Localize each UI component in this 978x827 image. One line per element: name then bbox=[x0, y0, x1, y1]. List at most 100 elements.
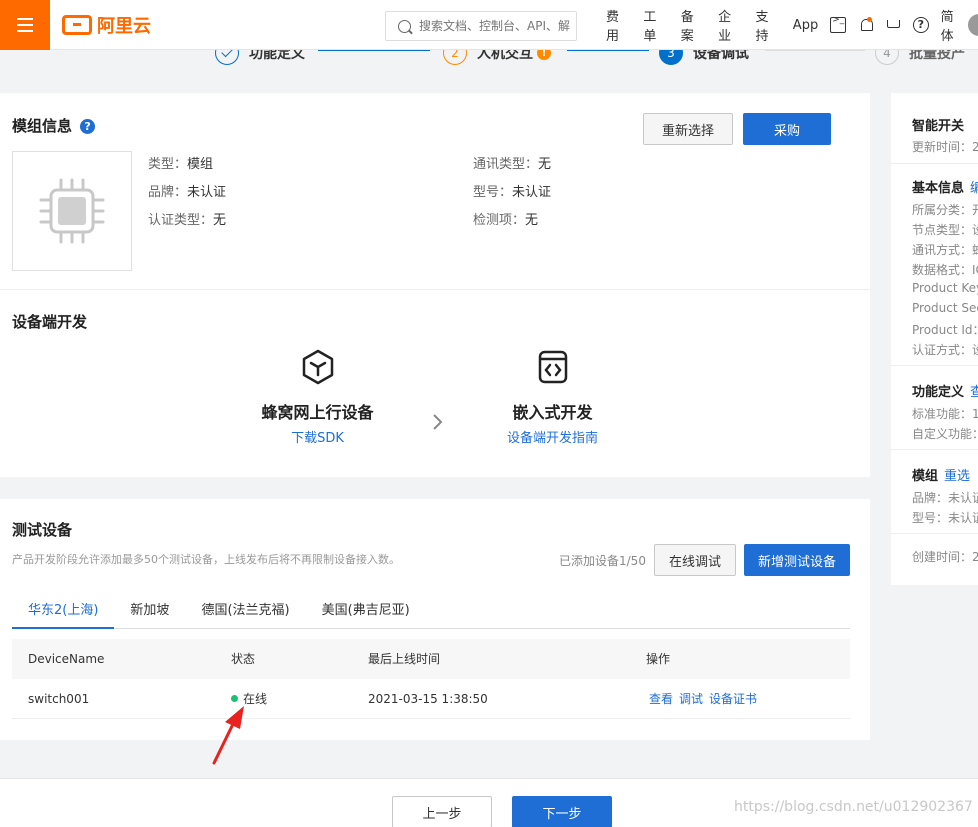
step-label: 人机交互 bbox=[477, 50, 533, 62]
cellular-device-option[interactable]: 蜂窝网上行设备 下载SDK bbox=[240, 348, 395, 446]
side-row: 型号：未认证 bbox=[912, 511, 978, 525]
tab-singapore[interactable]: 新加坡 bbox=[114, 599, 185, 629]
test-title: 测试设备 bbox=[12, 521, 73, 539]
add-test-device-button[interactable]: 新增测试设备 bbox=[744, 544, 850, 576]
reselect-button[interactable]: 重新选择 bbox=[643, 113, 733, 145]
nav-app[interactable]: App bbox=[793, 18, 818, 33]
last-online-time: 2021-03-15 1:38:50 bbox=[368, 692, 488, 706]
device-count: 已添加设备1/50 bbox=[559, 554, 646, 568]
step-connector bbox=[318, 50, 430, 51]
step-connector bbox=[567, 50, 649, 51]
nav-enterprise[interactable]: 企业 bbox=[718, 6, 743, 44]
device-cert-link[interactable]: 设备证书 bbox=[709, 692, 757, 706]
step-label: 功能定义 bbox=[249, 50, 305, 62]
option-title: 嵌入式开发 bbox=[512, 403, 593, 422]
step-connector bbox=[765, 50, 865, 51]
edit-link[interactable]: 编 bbox=[970, 181, 978, 196]
module-image bbox=[12, 151, 132, 271]
divider bbox=[891, 365, 978, 366]
module-card: 模组信息? 重新选择 采购 类型：模组 品牌：未认证 认证类型：无 通讯类型：无… bbox=[0, 93, 870, 477]
help-icon[interactable]: ? bbox=[913, 17, 929, 33]
product-name: 智能开关 bbox=[912, 119, 965, 134]
module-header: 模组 重选 bbox=[912, 469, 971, 484]
side-row: 标准功能：1 bbox=[912, 407, 978, 421]
module-title: 模组信息? bbox=[12, 115, 96, 136]
product-side-panel: 智能开关 更新时间：2 基本信息编 所属分类：开 节点类型：设 通讯方式：蜂 数… bbox=[891, 93, 978, 585]
device-name: switch001 bbox=[28, 692, 90, 706]
cart-icon[interactable] bbox=[885, 17, 901, 33]
view-func-link[interactable]: 查 bbox=[970, 385, 978, 400]
updated-time: 更新时间：2 bbox=[912, 140, 978, 154]
help-icon[interactable]: ? bbox=[80, 119, 96, 134]
side-row: 所属分类：开 bbox=[912, 203, 978, 217]
prev-step-button[interactable]: 上一步 bbox=[392, 796, 492, 827]
side-row: Product Key bbox=[912, 281, 978, 295]
field-model: 型号：未认证 bbox=[473, 185, 552, 200]
actions-cell: 查看 调试 设备证书 bbox=[649, 679, 763, 719]
tab-shanghai[interactable]: 华东2(上海) bbox=[12, 599, 115, 629]
option-title: 蜂窝网上行设备 bbox=[261, 403, 374, 422]
side-row: 节点类型：设 bbox=[912, 223, 978, 237]
aliyun-logo-icon bbox=[62, 15, 92, 35]
language-switch[interactable]: 简体 bbox=[941, 6, 966, 44]
warning-icon: ! bbox=[537, 50, 551, 60]
func-def-header: 功能定义查 bbox=[912, 381, 978, 400]
dev-guide-link[interactable]: 设备端开发指南 bbox=[480, 427, 625, 446]
divider bbox=[891, 449, 978, 450]
nav-tickets[interactable]: 工单 bbox=[643, 6, 668, 44]
cube-icon bbox=[302, 349, 333, 385]
step-number: 2 bbox=[443, 50, 467, 65]
basic-info-header: 基本信息编 bbox=[912, 177, 978, 196]
search-input[interactable] bbox=[419, 19, 576, 33]
search-icon bbox=[398, 19, 411, 33]
chip-icon bbox=[39, 178, 105, 244]
next-step-button[interactable]: 下一步 bbox=[512, 796, 612, 827]
nav-fees[interactable]: 费用 bbox=[606, 6, 631, 44]
tab-virginia[interactable]: 美国(弗吉尼亚) bbox=[306, 599, 426, 629]
code-icon bbox=[538, 350, 567, 384]
nav-support[interactable]: 支持 bbox=[755, 6, 780, 44]
side-row: Product Sec bbox=[912, 301, 978, 315]
table-row: switch001 在线 2021-03-15 1:38:50 查看 调试 设备证书 bbox=[12, 679, 850, 719]
purchase-button[interactable]: 采购 bbox=[743, 113, 831, 145]
watermark: https://blog.csdn.net/u012902367 bbox=[734, 799, 973, 815]
online-debug-button[interactable]: 在线调试 bbox=[654, 544, 736, 576]
step-4[interactable]: 4 批量投产 bbox=[875, 50, 965, 65]
divider bbox=[891, 533, 978, 534]
menu-icon[interactable] bbox=[0, 0, 50, 50]
nav-icp[interactable]: 备案 bbox=[681, 6, 706, 44]
check-icon bbox=[215, 50, 239, 65]
step-2[interactable]: 2 人机交互 ! bbox=[443, 50, 551, 65]
debug-link[interactable]: 调试 bbox=[679, 692, 703, 706]
step-3[interactable]: 3 设备调试 bbox=[659, 50, 749, 65]
step-label: 设备调试 bbox=[693, 50, 749, 62]
side-row: Product Id： bbox=[912, 323, 978, 337]
step-number: 3 bbox=[659, 50, 683, 65]
created-time: 创建时间：2 bbox=[912, 550, 978, 564]
test-description: 产品开发阶段允许添加最多50个测试设备，上线发布后将不再限制设备接入数。 bbox=[12, 553, 400, 566]
tab-frankfurt[interactable]: 德国(法兰克福) bbox=[185, 599, 305, 629]
side-row: 通讯方式：蜂 bbox=[912, 243, 978, 257]
download-sdk-link[interactable]: 下载SDK bbox=[240, 427, 395, 446]
top-nav: 费用 工单 备案 企业 支持 App ? 简体 bbox=[606, 0, 978, 50]
view-link[interactable]: 查看 bbox=[649, 692, 673, 706]
reselect-link[interactable]: 重选 bbox=[944, 469, 970, 484]
step-label: 批量投产 bbox=[909, 50, 965, 62]
field-type: 类型：模组 bbox=[148, 157, 214, 172]
field-comm-type: 通讯类型：无 bbox=[473, 157, 552, 172]
console-icon[interactable] bbox=[830, 15, 846, 33]
search-box[interactable] bbox=[385, 11, 577, 41]
side-row: 认证方式：设 bbox=[912, 343, 978, 357]
test-devices-card: 测试设备 产品开发阶段允许添加最多50个测试设备，上线发布后将不再限制设备接入数… bbox=[0, 499, 870, 740]
brand-name: 阿里云 bbox=[97, 16, 151, 37]
brand-logo[interactable]: 阿里云 bbox=[62, 13, 151, 37]
device-dev-title: 设备端开发 bbox=[12, 313, 88, 331]
step-1[interactable]: 功能定义 bbox=[215, 50, 305, 65]
embedded-dev-option[interactable]: 嵌入式开发 设备端开发指南 bbox=[480, 348, 625, 446]
col-status: 状态 bbox=[231, 652, 256, 666]
step-number: 4 bbox=[875, 50, 899, 65]
side-row: 自定义功能： bbox=[912, 427, 978, 441]
col-devicename: DeviceName bbox=[28, 652, 105, 666]
annotation-arrow-icon bbox=[212, 706, 244, 765]
bell-icon[interactable] bbox=[858, 17, 874, 33]
